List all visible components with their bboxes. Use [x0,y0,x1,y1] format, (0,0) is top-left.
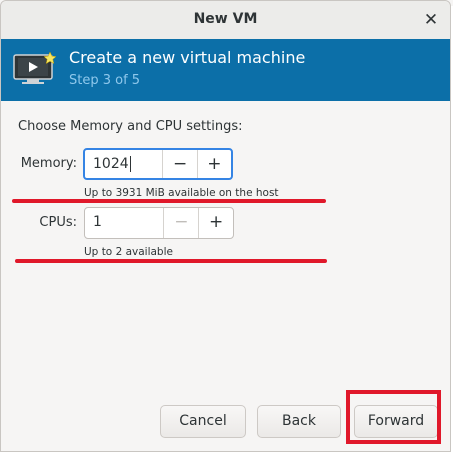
text-caret [129,156,131,172]
cancel-button[interactable]: Cancel [160,405,246,438]
cpus-hint: Up to 2 available [84,246,173,258]
memory-hint: Up to 3931 MiB available on the host [84,187,279,199]
memory-label: Memory: [20,156,77,171]
cpus-input[interactable]: 1 [85,208,165,238]
new-vm-dialog: New VM ✕ Create a new virtual machine St… [0,0,451,452]
memory-input[interactable]: 1024 [85,150,164,178]
cpus-increment-button[interactable]: + [199,208,233,238]
window-title: New VM [193,11,258,27]
annotation-underline [12,199,326,203]
cpus-decrement-button[interactable]: − [164,208,200,238]
wizard-header: Create a new virtual machine Step 3 of 5 [1,39,450,101]
cpus-label: CPUs: [39,215,77,230]
section-label: Choose Memory and CPU settings: [18,119,243,134]
titlebar: New VM ✕ [1,1,450,40]
annotation-highlight-box [346,390,441,444]
back-button[interactable]: Back [257,405,341,438]
memory-spinbutton[interactable]: 1024 − + [83,148,233,180]
monitor-icon [13,52,57,84]
annotation-underline [15,259,327,263]
header-title: Create a new virtual machine [69,48,306,67]
memory-decrement-button[interactable]: − [163,150,198,178]
close-icon[interactable]: ✕ [420,9,442,31]
memory-increment-button[interactable]: + [198,150,231,178]
memory-value: 1024 [93,156,129,172]
cpus-spinbutton[interactable]: 1 − + [84,207,234,239]
step-indicator: Step 3 of 5 [69,73,141,88]
